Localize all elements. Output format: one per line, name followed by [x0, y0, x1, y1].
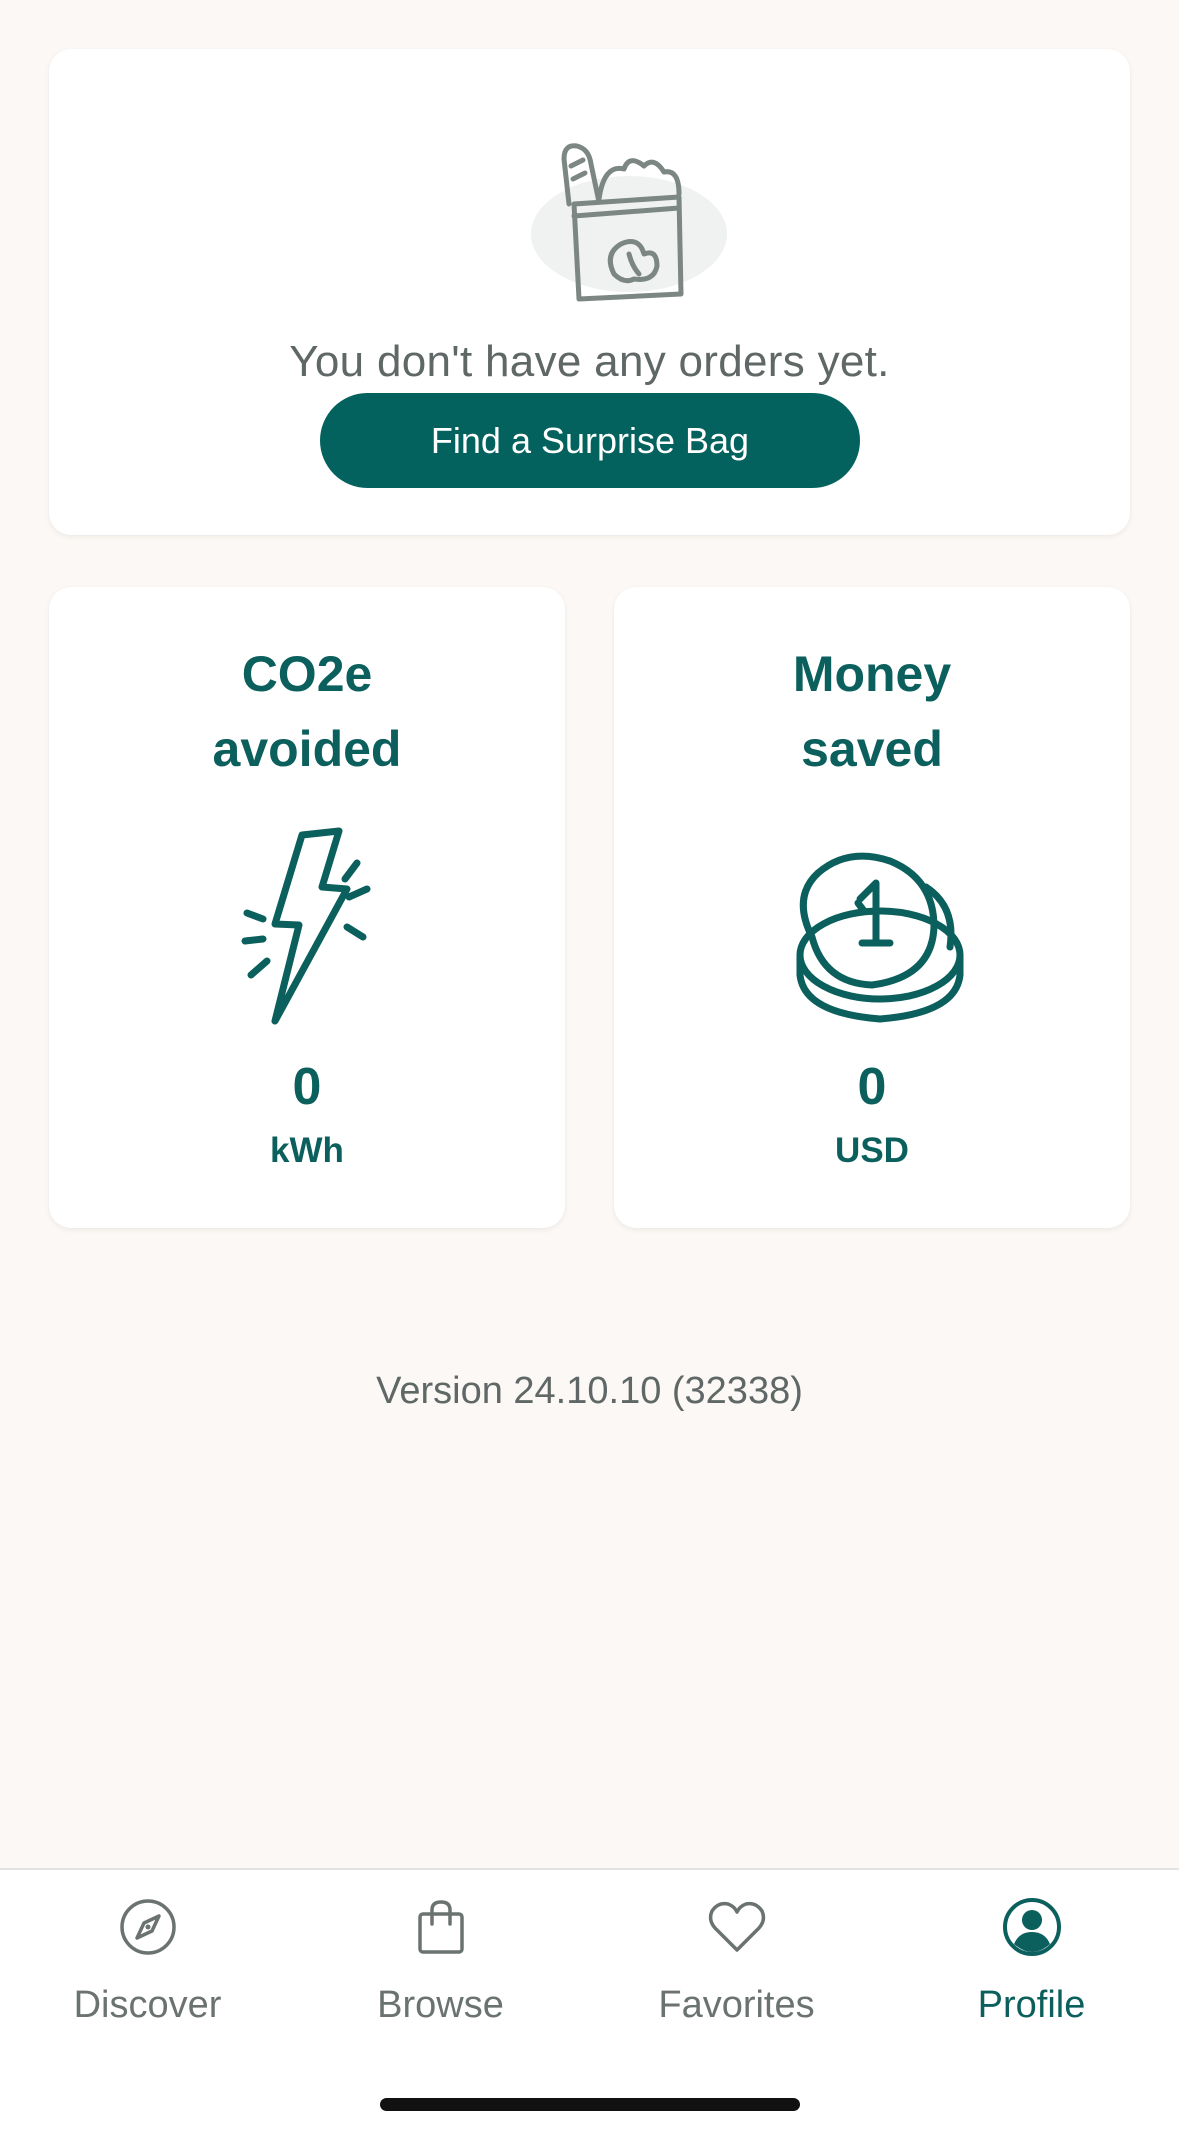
orders-card: You don't have any orders yet. Find a Su…	[49, 49, 1130, 535]
co2-title-line1: CO2e	[241, 646, 373, 702]
co2-card-title: CO2e avoided	[49, 637, 565, 787]
coins-icon	[796, 852, 964, 1023]
nav-favorites-label: Favorites	[658, 1984, 815, 2026]
find-surprise-bag-button[interactable]: Find a Surprise Bag	[320, 393, 860, 488]
co2-avoided-card: CO2e avoided 0 kWh	[49, 587, 565, 1228]
profile-icon	[1003, 1898, 1061, 1956]
compass-icon	[120, 1899, 176, 1955]
money-unit: USD	[835, 1131, 909, 1170]
nav-discover-label: Discover	[73, 1984, 222, 2026]
empty-orders-text: You don't have any orders yet.	[289, 337, 890, 386]
heart-icon	[708, 1901, 766, 1952]
co2-unit: kWh	[270, 1131, 344, 1170]
app-version: Version 24.10.10 (32338)	[376, 1370, 803, 1412]
grocery-bag-icon	[531, 143, 727, 302]
nav-discover[interactable]: Discover	[0, 1870, 295, 2050]
money-value: 0	[857, 1058, 887, 1116]
nav-browse[interactable]: Browse	[293, 1870, 588, 2050]
co2-value: 0	[292, 1058, 322, 1116]
co2-title-line2: avoided	[212, 721, 402, 777]
money-card-title: Money saved	[614, 637, 1130, 787]
money-saved-card: Money saved 0 USD	[614, 587, 1130, 1228]
money-title-line1: Money	[792, 646, 952, 702]
money-title-line2: saved	[801, 721, 943, 777]
nav-browse-label: Browse	[377, 1984, 504, 2026]
shopping-bag-icon	[418, 1900, 464, 1954]
nav-favorites[interactable]: Favorites	[589, 1870, 884, 2050]
lightning-icon	[241, 827, 371, 1025]
home-indicator	[380, 2098, 800, 2111]
bottom-navigation: Discover Browse Favorites Profile	[0, 1868, 1179, 2138]
nav-profile-label: Profile	[977, 1984, 1086, 2026]
nav-profile[interactable]: Profile	[884, 1870, 1179, 2050]
